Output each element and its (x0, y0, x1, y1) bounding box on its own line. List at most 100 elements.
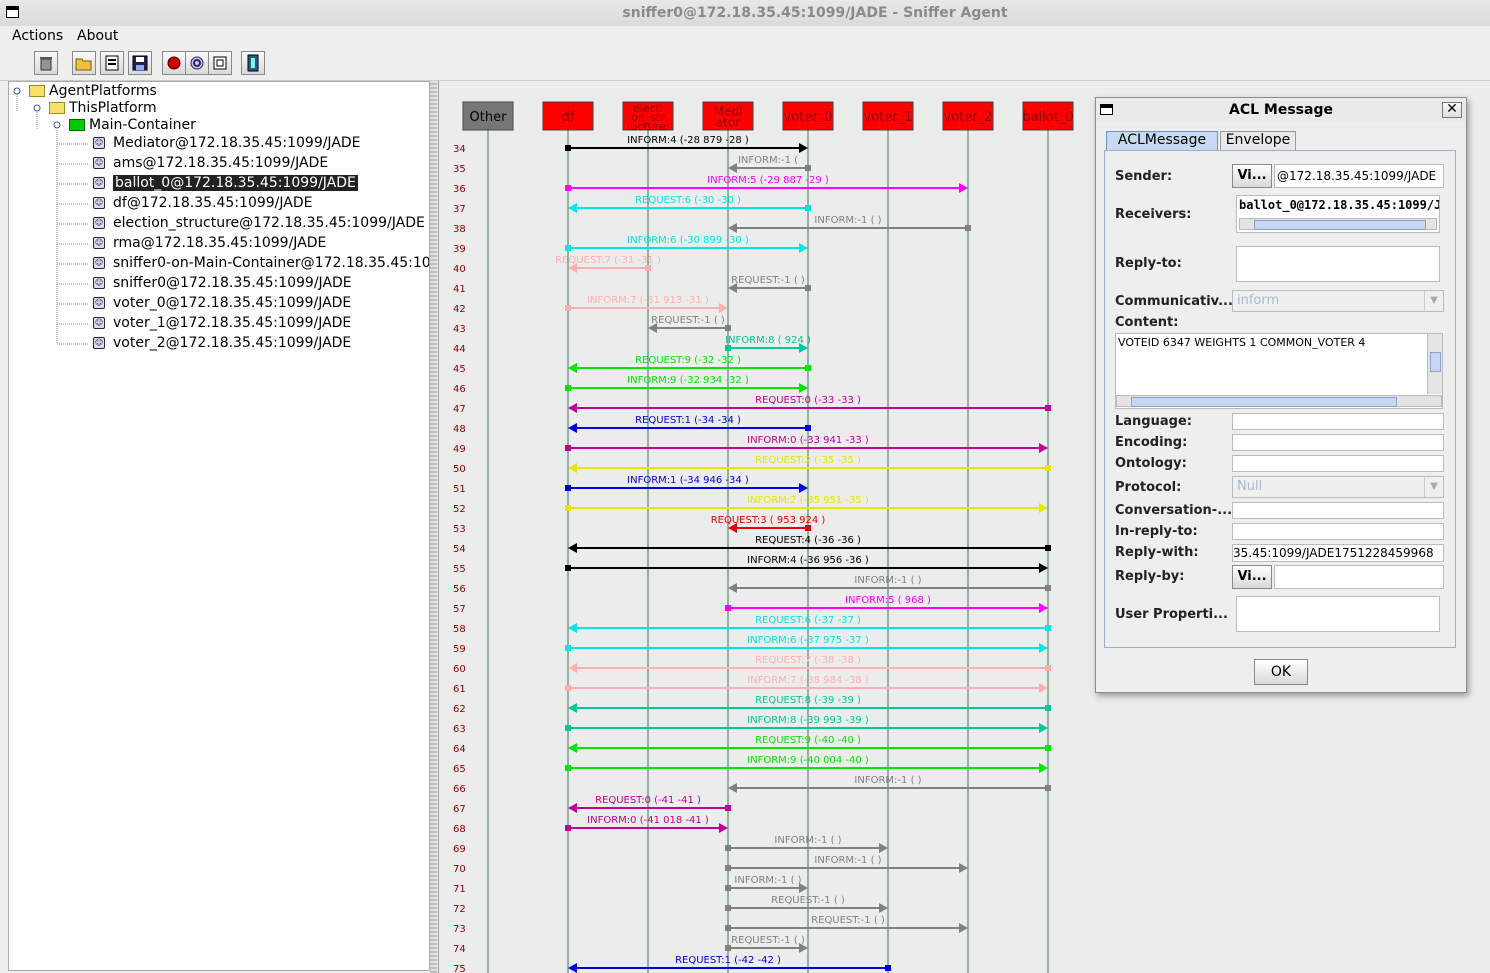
message-start-marker (565, 765, 571, 771)
do-sniff-icon (167, 56, 181, 70)
tree-node-agent[interactable]: ☺ ams@172.18.35.45:1099/JADE (93, 154, 328, 172)
exit-icon (247, 54, 259, 72)
communicative-act-select[interactable]: inform ▼ (1232, 290, 1444, 312)
tree-node-agent[interactable]: ☺ voter_1@172.18.35.45:1099/JADE (93, 314, 351, 332)
message-start-marker (1045, 705, 1051, 711)
tree-node-agent-platforms[interactable]: AgentPlatforms (29, 82, 157, 100)
message-start-marker (805, 285, 811, 291)
tree-node-agent[interactable]: ☺ voter_0@172.18.35.45:1099/JADE (93, 294, 351, 312)
message-number: 37 (453, 204, 466, 215)
arrowhead-icon (1039, 603, 1048, 613)
reply-by-view-button[interactable]: Vi... (1232, 565, 1272, 589)
tree-node-agent[interactable]: ☺ election_structure@172.18.35.45:1099/JA… (93, 214, 425, 232)
menubar: Actions About (0, 26, 1490, 48)
in-reply-to-field[interactable] (1232, 523, 1444, 540)
content-textarea[interactable]: VOTEID 6347 WEIGHTS 1 COMMON_VOTER 4 (1115, 333, 1443, 409)
sender-field[interactable]: @172.18.35.45:1099/JADE (1274, 164, 1444, 188)
agent-icon: ☺ (93, 137, 105, 149)
reply-to-field[interactable] (1236, 246, 1440, 282)
tab-aclmessage[interactable]: ACLMessage (1106, 131, 1218, 150)
arrowhead-icon (1039, 763, 1048, 773)
conversation-id-field[interactable] (1232, 502, 1444, 519)
arrowhead-icon (568, 663, 577, 673)
tree-node-agent[interactable]: ☺ sniffer0@172.18.35.45:1099/JADE (93, 274, 352, 292)
dialog-titlebar: ACL Message ✕ (1096, 98, 1466, 122)
show-only-button[interactable] (208, 51, 232, 75)
message-number: 48 (453, 424, 466, 435)
user-properties-field[interactable] (1236, 596, 1440, 632)
arrowhead-icon (1039, 563, 1048, 573)
message-start-marker (965, 225, 971, 231)
tree-node-agent[interactable]: ☺ ballot_0@172.18.35.45:1099/JADE (93, 174, 358, 192)
arrowhead-icon (799, 483, 808, 493)
tree-node-agent[interactable]: ☺ df@172.18.35.45:1099/JADE (93, 194, 312, 212)
agent-tree[interactable]: AgentPlatforms ThisPlatform Main-Contain… (8, 81, 430, 971)
arrowhead-icon (728, 223, 737, 233)
menu-actions[interactable]: Actions (12, 28, 63, 44)
receivers-list[interactable]: ballot_0@172.18.35.45:1099/JA (1236, 195, 1440, 233)
tree-node-agent[interactable]: ☺ sniffer0-on-Main-Container@172.18.35.45… (93, 254, 429, 272)
tree-node-agent[interactable]: ☺ Mediator@172.18.35.45:1099/JADE (93, 134, 361, 152)
language-field[interactable] (1232, 413, 1444, 430)
clear-canvas-button[interactable] (34, 51, 58, 75)
message-label: INFORM:7 (-31 913 -31 ) (587, 295, 709, 306)
reply-with-field[interactable]: 35.45:1099/JADE1751228459968 (1232, 544, 1444, 562)
menu-about[interactable]: About (77, 28, 118, 44)
content-vscrollbar[interactable] (1427, 334, 1442, 394)
message-number: 58 (453, 624, 466, 635)
reply-by-field[interactable] (1274, 565, 1444, 589)
sender-label: Sender: (1115, 169, 1173, 184)
do-sniff-button[interactable] (162, 51, 186, 75)
tab-envelope[interactable]: Envelope (1220, 131, 1296, 150)
ontology-field[interactable] (1232, 455, 1444, 472)
content-hscrollbar[interactable] (1116, 395, 1442, 407)
container-folder-icon (69, 119, 85, 131)
tree-node-label: voter_2@172.18.35.45:1099/JADE (113, 335, 352, 351)
receivers-hscrollbar[interactable] (1239, 218, 1437, 230)
ok-button[interactable]: OK (1254, 659, 1308, 685)
message-number: 56 (453, 584, 466, 595)
arrowhead-icon (568, 203, 577, 213)
message-start-marker (805, 165, 811, 171)
do-not-sniff-icon (190, 56, 204, 70)
tree-node-agent[interactable]: ☺ voter_2@172.18.35.45:1099/JADE (93, 334, 351, 352)
exit-button[interactable] (241, 51, 265, 75)
agent-box-label: voter_2 (944, 110, 993, 125)
message-number: 67 (453, 804, 466, 815)
tree-node-agent[interactable]: ☺ rma@172.18.35.45:1099/JADE (93, 234, 326, 252)
tree-node-this-platform[interactable]: ThisPlatform (49, 99, 157, 117)
message-label: REQUEST:9 (-40 -40 ) (755, 735, 861, 746)
message-number: 41 (453, 284, 466, 295)
do-not-sniff-button[interactable] (185, 51, 209, 75)
tree-node-label: sniffer0@172.18.35.45:1099/JADE (113, 275, 352, 291)
message-number: 50 (453, 464, 466, 475)
arrowhead-icon (879, 903, 888, 913)
conversation-id-label: Conversation-... (1115, 503, 1233, 518)
agent-icon: ☺ (93, 317, 105, 329)
arrowhead-icon (1039, 643, 1048, 653)
message-label: REQUEST:6 (-30 -30 ) (635, 195, 741, 206)
write-messages-button[interactable] (100, 51, 124, 75)
arrowhead-icon (568, 363, 577, 373)
message-number: 46 (453, 384, 466, 395)
save-snapshot-button[interactable] (128, 51, 152, 75)
message-number: 59 (453, 644, 466, 655)
arrowhead-icon (799, 143, 808, 153)
message-label: REQUEST:6 (-37 -37 ) (755, 615, 861, 626)
message-label: INFORM:-1 ( ) (734, 875, 801, 886)
protocol-select[interactable]: Null ▼ (1232, 476, 1444, 498)
close-icon[interactable]: ✕ (1442, 102, 1462, 118)
arrowhead-icon (568, 703, 577, 713)
agent-icon: ☺ (93, 217, 105, 229)
message-number: 39 (453, 244, 466, 255)
receiver-item[interactable]: ballot_0@172.18.35.45:1099/JA (1239, 198, 1439, 212)
split-pane-divider[interactable] (430, 81, 437, 973)
open-snapshot-button[interactable] (72, 51, 96, 75)
tree-node-label: ams@172.18.35.45:1099/JADE (113, 155, 329, 171)
arrowhead-icon (959, 863, 968, 873)
message-start-marker (565, 145, 571, 151)
sender-view-button[interactable]: Vi... (1232, 164, 1272, 188)
encoding-field[interactable] (1232, 434, 1444, 451)
arrowhead-icon (568, 423, 577, 433)
tree-node-main-container[interactable]: Main-Container (69, 116, 196, 134)
